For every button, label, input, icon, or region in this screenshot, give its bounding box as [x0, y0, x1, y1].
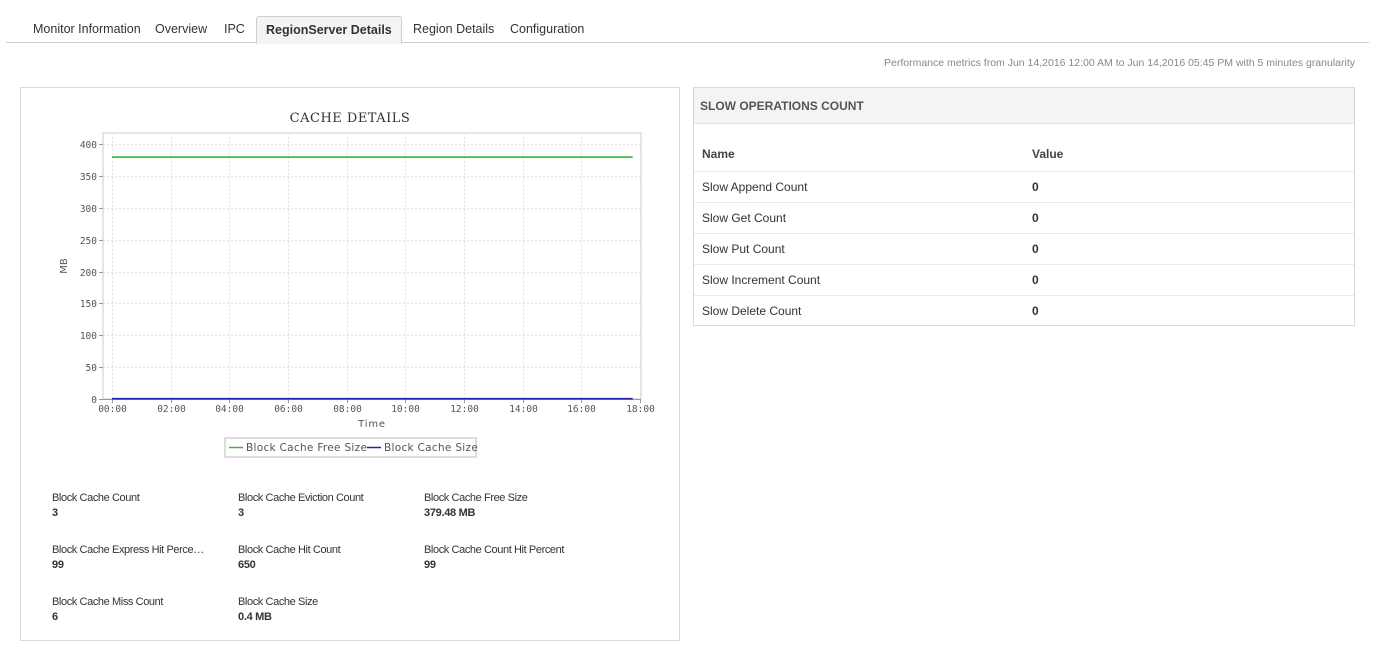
stat-label: Block Cache Free Size: [424, 492, 528, 504]
chart-grid: [102, 132, 642, 400]
row-name: Slow Get Count: [694, 201, 1024, 233]
stat-block-cache-hit-count: Block Cache Hit Count 650: [238, 544, 418, 571]
slow-operations-title: SLOW OPERATIONS COUNT: [694, 88, 1354, 124]
stat-block-cache-express-hit-percent: Block Cache Express Hit Perce… 99: [52, 544, 204, 571]
x-tick-label: 10:00: [391, 404, 420, 415]
row-value: 0: [1024, 263, 1354, 295]
y-tick-label: 0: [91, 395, 97, 406]
y-tick-label: 200: [80, 268, 97, 279]
stat-value: 3: [238, 507, 244, 519]
cache-details-panel: CACHE DETAILS 0 50 100 150 200 250 300 350 400 00…: [20, 87, 680, 641]
table-row: Slow Get Count 0: [694, 201, 1354, 233]
row-value: 0: [1024, 232, 1354, 264]
stat-value: 0.4 MB: [238, 611, 272, 623]
stat-value: 3: [52, 507, 58, 519]
stat-block-cache-miss-count: Block Cache Miss Count 6: [52, 596, 232, 623]
row-value: 0: [1024, 294, 1354, 326]
x-tick-label: 14:00: [509, 404, 538, 415]
chart-legend: Block Cache Free Size Block Cache Size: [224, 437, 478, 458]
stat-block-cache-count-hit-percent: Block Cache Count Hit Percent 99: [424, 544, 604, 571]
x-tick-label: 00:00: [98, 404, 127, 415]
tab-regionserver-details[interactable]: RegionServer Details: [256, 16, 402, 44]
table-row: Slow Put Count 0: [694, 232, 1354, 264]
stat-label: Block Cache Eviction Count: [238, 492, 364, 504]
tab-region-details[interactable]: Region Details: [404, 16, 503, 43]
y-tick-label: 400: [80, 140, 97, 151]
stat-label: Block Cache Hit Count: [238, 544, 341, 556]
row-name: Slow Append Count: [694, 170, 1024, 202]
slow-operations-panel: SLOW OPERATIONS COUNT Name Value Slow Ap…: [693, 87, 1355, 326]
stat-block-cache-eviction-count: Block Cache Eviction Count 3: [238, 492, 418, 519]
legend-label-free-size: Block Cache Free Size: [246, 442, 367, 454]
y-tick-label: 300: [80, 204, 97, 215]
row-name: Slow Delete Count: [694, 294, 1024, 326]
slow-operations-table: Name Value Slow Append Count 0 Slow Get …: [694, 138, 1354, 326]
plot-area: [102, 132, 642, 400]
y-axis-label: MB: [59, 258, 70, 274]
y-tick-label: 50: [86, 363, 98, 374]
x-tick-label: 04:00: [215, 404, 244, 415]
column-header-value: Value: [1032, 147, 1064, 162]
stat-block-cache-count: Block Cache Count 3: [52, 492, 232, 519]
y-tick-label: 100: [80, 331, 97, 342]
stat-value: 6: [52, 611, 58, 623]
column-header-name: Name: [702, 147, 735, 162]
y-tick-label: 350: [80, 172, 97, 183]
row-value: 0: [1024, 170, 1354, 202]
table-row: Slow Increment Count 0: [694, 263, 1354, 295]
table-row: Slow Delete Count 0: [694, 294, 1354, 326]
stat-label: Block Cache Size: [238, 596, 318, 608]
stat-label: Block Cache Count: [52, 492, 140, 504]
x-tick-label: 08:00: [333, 404, 362, 415]
legend-label-cache-size: Block Cache Size: [384, 442, 478, 454]
stat-block-cache-free-size: Block Cache Free Size 379.48 MB: [424, 492, 604, 519]
x-tick-label: 02:00: [157, 404, 186, 415]
x-axis-label: Time: [357, 419, 386, 430]
row-name: Slow Increment Count: [694, 263, 1024, 295]
tab-configuration[interactable]: Configuration: [501, 16, 593, 43]
table-header-row: Name Value: [694, 138, 1354, 171]
row-value: 0: [1024, 201, 1354, 233]
row-name: Slow Put Count: [694, 232, 1024, 264]
tab-monitor-information[interactable]: Monitor Information: [24, 16, 150, 43]
stat-value: 99: [424, 559, 436, 571]
chart-title: CACHE DETAILS: [290, 111, 411, 126]
tab-ipc[interactable]: IPC: [215, 16, 254, 43]
performance-metrics-note: Performance metrics from Jun 14,2016 12:…: [884, 57, 1355, 69]
stat-label: Block Cache Count Hit Percent: [424, 544, 565, 556]
y-tick-label: 250: [80, 236, 97, 247]
x-tick-label: 18:00: [626, 404, 655, 415]
table-row: Slow Append Count 0: [694, 170, 1354, 202]
stat-label: Block Cache Miss Count: [52, 596, 164, 608]
x-tick-label: 12:00: [450, 404, 479, 415]
tab-overview[interactable]: Overview: [146, 16, 216, 43]
stat-value: 379.48 MB: [424, 507, 476, 519]
y-tick-label: 150: [80, 299, 97, 310]
cache-details-chart: CACHE DETAILS 0 50 100 150 200 250 300 350 400 00…: [59, 111, 655, 458]
x-tick-label: 16:00: [567, 404, 596, 415]
stat-label: Block Cache Express Hit Perce…: [52, 544, 204, 556]
tab-bar: Monitor Information Overview IPC RegionS…: [6, 16, 1369, 44]
stat-value: 99: [52, 559, 64, 571]
x-tick-label: 06:00: [274, 404, 303, 415]
stat-value: 650: [238, 559, 256, 571]
stat-block-cache-size: Block Cache Size 0.4 MB: [238, 596, 418, 623]
